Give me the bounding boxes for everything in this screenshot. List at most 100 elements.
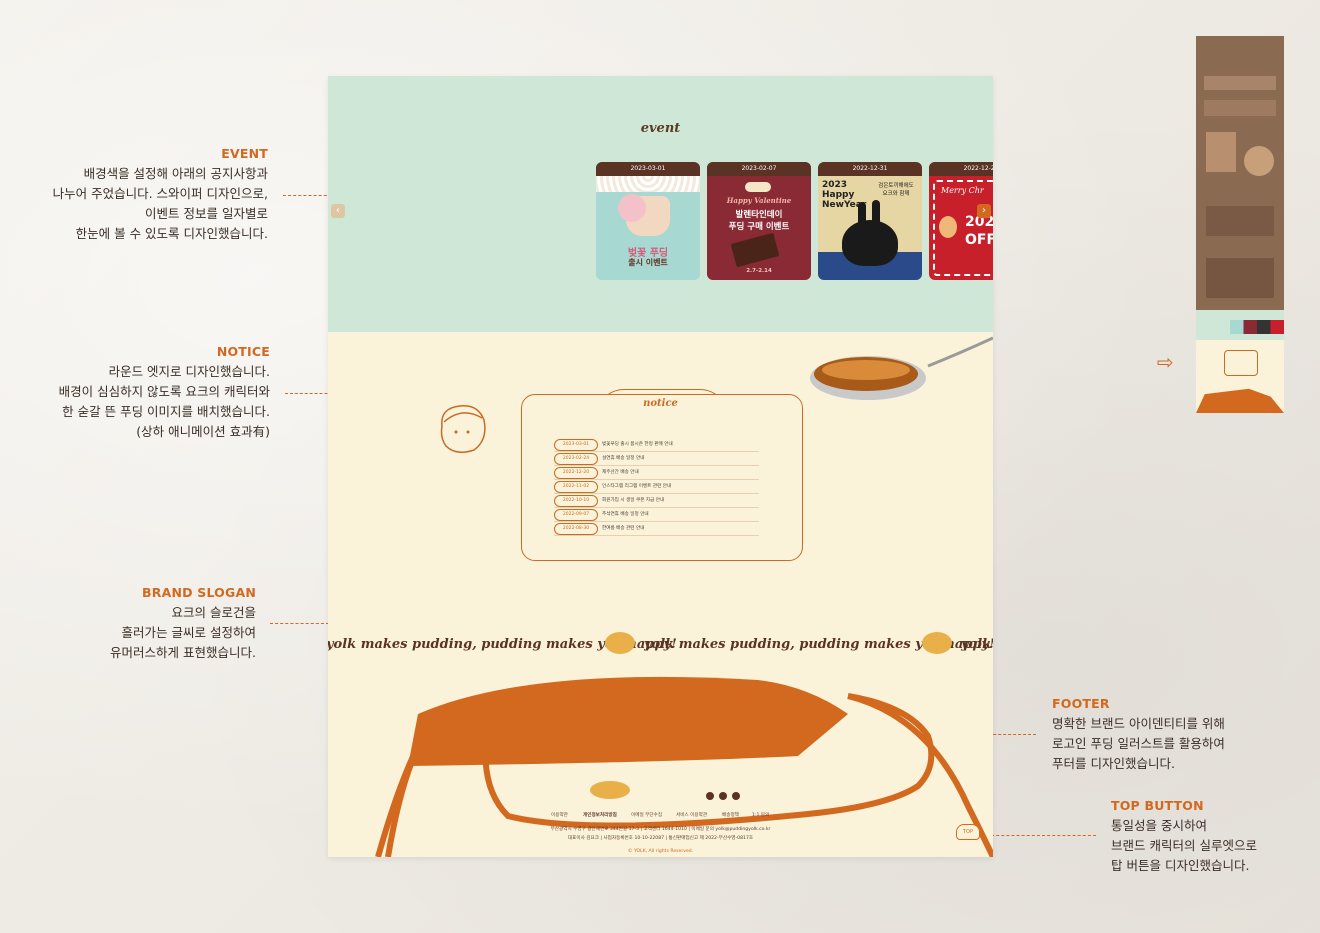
annotation-top: TOP BUTTON 통일성을 중시하여 브랜드 캐릭터의 실루엣으로 탑 버튼…	[1111, 796, 1311, 876]
notice-row[interactable]: 2023-02-24 설연휴 배송 일정 안내	[554, 453, 759, 466]
connector-line	[986, 835, 1096, 836]
instagram-icon[interactable]	[706, 792, 714, 800]
annotation-line: 라운드 엣지로 디자인했습니다.	[108, 364, 270, 379]
annotation-notice-heading: NOTICE	[216, 344, 270, 359]
notice-text: 설연휴 배송 일정 안내	[602, 456, 645, 461]
annotation-line: 한 숟갈 뜬 푸딩 이미지를 배치했습니다.	[62, 404, 270, 419]
notice-date: 2022-09-07	[554, 509, 598, 521]
event-card[interactable]: 2023-03-01 벚꽃 푸딩 출시 이벤트	[596, 162, 700, 280]
annotation-line: 이벤트 정보를 일자별로	[145, 206, 268, 221]
annotation-line: 배경이 심심하지 않도록 요크의 캐릭터와	[58, 384, 270, 399]
notice-text: 한여름 배송 관련 안내	[602, 526, 645, 531]
annotation-line: 요크의 슬로건을	[171, 605, 256, 620]
annotation-line: (상하 애니메이션 효과有)	[136, 424, 270, 439]
rabbit-ear	[872, 200, 880, 226]
event-title: event	[640, 121, 681, 136]
thumbnail-block	[1204, 100, 1276, 116]
annotation-slogan: BRAND SLOGAN 요크의 슬로건을 흘러가는 글씨로 설정하여 유머러스…	[30, 583, 256, 663]
event-card-caption: OFF	[965, 232, 993, 248]
notice-text: 인스타그램 리그램 이벤트 관련 안내	[602, 484, 672, 489]
thumbnail-cards	[1230, 320, 1284, 334]
footer-menu-inquiry[interactable]: 1:1 문의	[752, 812, 769, 818]
annotation-footer-heading: FOOTER	[1052, 696, 1110, 711]
youtube-icon[interactable]	[732, 792, 740, 800]
notice-date: 2023-02-24	[554, 453, 598, 465]
footer-menu-terms[interactable]: 이용약관	[551, 812, 568, 818]
event-card-caption: 푸딩 구매 이벤트	[728, 222, 790, 232]
event-card-caption: 출시 이벤트	[628, 258, 668, 267]
annotation-line: 유머러스하게 표현했습니다.	[110, 645, 256, 660]
annotation-line: 나누어 주었습니다. 스와이퍼 디자인으로,	[52, 186, 268, 201]
annotation-line: 배경색을 설정해 아래의 공지사항과	[83, 166, 268, 181]
twitter-icon[interactable]	[719, 792, 727, 800]
notice-row[interactable]: 2023-03-01 벚꽃푸딩 출시 봄시즌 한정 판매 안내	[554, 439, 759, 452]
annotation-line: 흘러가는 글씨로 설정하여	[121, 625, 256, 640]
event-card-image: 2023 Happy NewYear 검은토끼해에도 요크와 함께	[818, 176, 922, 280]
notice-tab-join	[597, 412, 725, 422]
notice-row[interactable]: 2022-11-02 인스타그램 리그램 이벤트 관련 안내	[554, 481, 759, 494]
notice-date: 2022-11-02	[554, 481, 598, 493]
notice-title: notice	[643, 398, 678, 409]
annotation-slogan-heading: BRAND SLOGAN	[142, 585, 256, 600]
thumbnail-block	[1206, 132, 1236, 172]
blossom-icon	[618, 194, 646, 222]
event-card-caption: Happy Valentine	[726, 196, 792, 205]
thumbnail-block	[1204, 76, 1276, 90]
event-card[interactable]: 2023-02-07 Happy Valentine 발렌타인데이 푸딩 구매 …	[707, 162, 811, 280]
footer-menu-email[interactable]: 이메일 무단수집	[631, 812, 662, 818]
annotation-footer: FOOTER 명확한 브랜드 아이덴티티를 위해 로고인 푸딩 일러스트를 활용…	[1052, 694, 1302, 774]
yolk-logo-icon	[745, 182, 771, 192]
event-card-image: 벚꽃 푸딩 출시 이벤트	[596, 176, 700, 280]
annotation-line: 로고인 푸딩 일러스트를 활용하여	[1052, 736, 1225, 751]
event-card-date: 2023-03-01	[596, 162, 700, 176]
event-card-date: 2023-02-07	[707, 162, 811, 176]
event-card-caption: Merry Chr	[941, 186, 984, 195]
gingerbread-icon	[939, 216, 957, 238]
full-page-thumbnail	[1196, 36, 1284, 413]
slogan-text: yolk makes pudding, pudding makes you ha…	[961, 637, 993, 652]
annotation-line: 통일성을 중시하여	[1111, 818, 1207, 833]
footer-menu-service[interactable]: 서비스 이용약관	[676, 812, 707, 818]
notice-text: 벚꽃푸딩 출시 봄시즌 한정 판매 안내	[602, 442, 673, 447]
notice-date: 2023-03-01	[554, 439, 598, 451]
event-card[interactable]: 2022-12-31 2023 Happy NewYear 검은토끼해에도 요크…	[818, 162, 922, 280]
annotation-line: 브랜드 캐릭터의 실루엣으로	[1111, 838, 1257, 853]
event-card-image: Happy Valentine 발렌타인데이 푸딩 구매 이벤트 2.7-2.1…	[707, 176, 811, 280]
annotation-line: 한눈에 볼 수 있도록 디자인했습니다.	[75, 226, 268, 241]
event-card-date: 2022-12-20	[929, 162, 993, 176]
annotation-top-heading: TOP BUTTON	[1111, 798, 1204, 813]
footer-logo[interactable]	[590, 781, 630, 799]
notice-date: 2022-10-10	[554, 495, 598, 507]
thumbnail-block	[1206, 206, 1274, 236]
thumbnail-block	[1244, 146, 1274, 176]
swiper-next-button[interactable]: ›	[977, 204, 991, 218]
footer-menu-privacy[interactable]: 개인정보처리방침	[583, 812, 617, 818]
event-section: event ‹ 2023-03-01 벚꽃 푸딩 출시 이벤트 2023-02-…	[328, 76, 993, 332]
annotation-notice: NOTICE 라운드 엣지로 디자인했습니다. 배경이 심심하지 않도록 요크의…	[30, 342, 270, 442]
pudding-icon	[605, 632, 635, 654]
notice-row[interactable]: 2022-08-30 한여름 배송 관련 안내	[554, 523, 759, 536]
notice-row[interactable]: 2022-10-10 회원가입 시 생일 쿠폰 지급 안내	[554, 495, 759, 508]
swiper-prev-button[interactable]: ‹	[331, 204, 345, 218]
annotation-line: 명확한 브랜드 아이덴티티를 위해	[1052, 716, 1225, 731]
event-card[interactable]: 2022-12-20 Merry Chr 2022 OFF	[929, 162, 993, 280]
event-card-caption: 검은토끼해에도	[878, 183, 914, 189]
notice-section: notice 2023-03-01 벚꽃푸딩 출시 봄시즌 한정 판매 안내 2…	[328, 332, 993, 632]
chocolate-icon	[730, 232, 780, 268]
rabbit-ear	[858, 202, 866, 226]
thumbnail-notice-box	[1224, 350, 1258, 376]
slogan-marquee: yolk makes pudding, pudding makes you ha…	[328, 632, 993, 662]
notice-row[interactable]: 2022-09-07 추석연휴 배송 일정 안내	[554, 509, 759, 522]
black-rabbit-icon	[842, 220, 898, 266]
footer-menu-shipping[interactable]: 배송정책	[722, 812, 739, 818]
website-mockup: event ‹ 2023-03-01 벚꽃 푸딩 출시 이벤트 2023-02-…	[328, 76, 993, 857]
notice-row[interactable]: 2022-12-20 제주산간 배송 안내	[554, 467, 759, 480]
arrow-right-icon: ⇨	[1157, 350, 1174, 374]
lace-trim	[596, 176, 700, 192]
event-card-caption: 2.7-2.14	[746, 268, 772, 274]
top-button[interactable]: TOP	[956, 824, 980, 840]
notice-text: 추석연휴 배송 일정 안내	[602, 512, 649, 517]
footer-copyright: © YOLK, All rights Reserved.	[627, 849, 694, 854]
thumbnail-block	[1206, 258, 1274, 298]
pudding-icon	[922, 632, 952, 654]
